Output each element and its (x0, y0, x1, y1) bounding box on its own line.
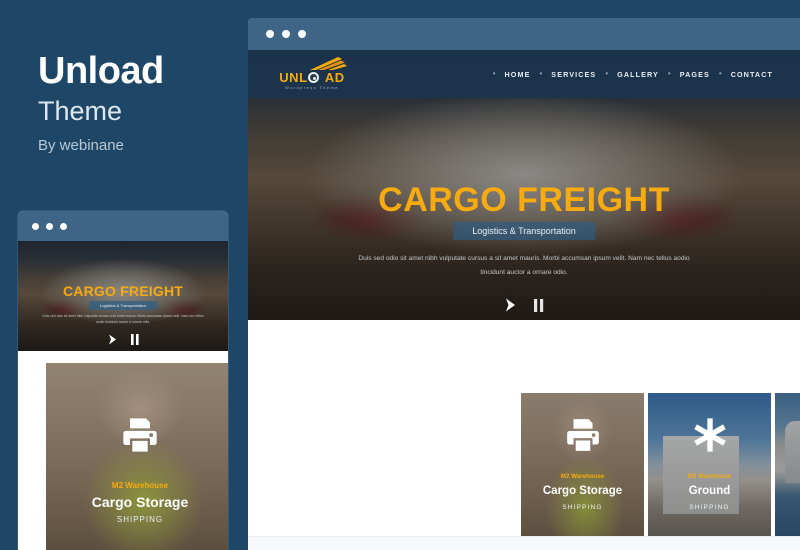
service-card-ground[interactable]: M2 Warehouse Ground SHIPPING (648, 393, 771, 548)
site-header: UNLooAD Wordpress Theme • HOME • SERVICE… (248, 50, 800, 98)
asterisk-icon (693, 418, 726, 452)
site-logo[interactable]: UNLooAD Wordpress Theme (272, 56, 352, 96)
nav-item-gallery[interactable]: GALLERY (608, 70, 668, 79)
service-card-kicker: M2 Warehouse (775, 473, 800, 480)
preview-hero-badge: Logistics & Transportation (88, 301, 158, 310)
preview-card-name: Cargo Storage (91, 494, 189, 510)
desktop-preview-window: UNLooAD Wordpress Theme • HOME • SERVICE… (248, 18, 800, 550)
logo-word-left: UNL (279, 70, 308, 85)
brand-author: By webinane (38, 137, 124, 154)
mobile-preview-window: CARGO FREIGHT Logistics & Transportation… (18, 211, 228, 550)
nav-item-home[interactable]: HOME (496, 70, 540, 79)
browser-titlebar (248, 18, 800, 50)
service-card-kicker: M2 Warehouse (560, 473, 605, 480)
nav-item-pages[interactable]: PAGES (671, 70, 719, 79)
service-card-overlay (775, 393, 800, 548)
preview-service-card[interactable]: M2 Warehouse Cargo Storage SHIPPING (46, 363, 228, 550)
services-section: M2 Warehouse Cargo Storage SHIPPING M2 W… (248, 342, 800, 550)
pause-icon[interactable] (533, 298, 544, 312)
service-card-name: Ground (688, 485, 731, 497)
traffic-dot-close-icon[interactable] (266, 30, 274, 38)
preview-chevron-right-icon[interactable] (108, 334, 117, 345)
service-card-tag: SHIPPING (562, 504, 603, 511)
service-card-worldwide[interactable]: M2 Warehouse Worldwide SHIPPING (775, 393, 800, 548)
preview-hero-controls (18, 334, 228, 345)
nav-item-services[interactable]: SERVICES (542, 70, 605, 79)
hero-slider-controls (248, 298, 800, 312)
printer-icon (566, 419, 599, 451)
preview-hero: CARGO FREIGHT Logistics & Transportation… (18, 241, 228, 351)
service-card-name: Worldwide (775, 485, 800, 497)
preview-pause-icon[interactable] (130, 334, 139, 345)
service-card-tag: SHIPPING (775, 504, 800, 511)
traffic-dot-minimize-icon[interactable] (282, 30, 290, 38)
mobile-preview-body: CARGO FREIGHT Logistics & Transportation… (18, 241, 228, 550)
hero-section: UNLooAD Wordpress Theme • HOME • SERVICE… (248, 50, 800, 320)
traffic-dot-close-icon[interactable] (32, 222, 39, 230)
hero-badge: Logistics & Transportation (453, 222, 595, 240)
service-card-tag: SHIPPING (689, 504, 730, 511)
brand-subtitle: Theme (38, 96, 123, 126)
left-panel: Unload Theme By webinane CARGO FREIGHT L… (0, 0, 248, 550)
logo-tagline: Wordpress Theme (285, 85, 339, 90)
site-viewport: UNLooAD Wordpress Theme • HOME • SERVICE… (248, 50, 800, 550)
traffic-dot-maximize-icon[interactable] (60, 222, 67, 230)
main-navigation[interactable]: • HOME • SERVICES • GALLERY • PAGES • CO… (493, 50, 782, 98)
traffic-dot-minimize-icon[interactable] (46, 222, 53, 230)
footer-strip (248, 536, 800, 550)
chevron-right-icon[interactable] (505, 298, 516, 312)
hero-title: CARGO FREIGHT (378, 181, 670, 219)
service-card-name: Cargo Storage (542, 485, 623, 497)
mobile-preview-titlebar (18, 211, 228, 241)
preview-card-tag: SHIPPING (116, 515, 164, 524)
services-card-row: M2 Warehouse Cargo Storage SHIPPING M2 W… (521, 393, 800, 548)
logo-word-right: AD (324, 70, 345, 85)
preview-hero-paragraph: Duis sed odio sit amet nibh vulputate cu… (42, 314, 204, 325)
brand-title: Unload (38, 50, 164, 92)
service-card-cargo-storage[interactable]: M2 Warehouse Cargo Storage SHIPPING (521, 393, 644, 548)
preview-card-kicker: M2 Warehouse (111, 481, 169, 490)
printer-icon (123, 418, 157, 452)
nav-item-contact[interactable]: CONTACT (722, 70, 782, 79)
wheel-icon (308, 72, 319, 83)
traffic-dot-maximize-icon[interactable] (298, 30, 306, 38)
service-card-kicker: M2 Warehouse (687, 473, 732, 480)
hero-paragraph: Duis sed odio sit amet nibh vulputate cu… (358, 255, 690, 276)
preview-hero-title: CARGO FREIGHT (62, 283, 184, 299)
